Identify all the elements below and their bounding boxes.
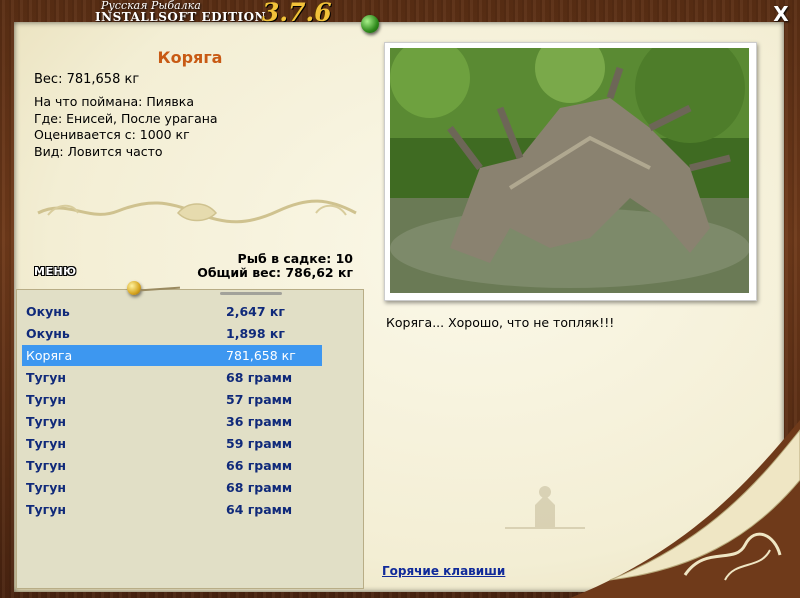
fish-count: Рыб в садке: 10	[237, 251, 353, 266]
catch-list-row[interactable]: Коряга 781,658 кг	[22, 345, 322, 366]
catch-fish-name: Окунь	[26, 326, 70, 341]
catch-fish-name: Тугун	[26, 480, 66, 495]
catch-list[interactable]: Окунь 2,647 кг Окунь 1,898 кг Коряга 781,658 …	[16, 289, 364, 589]
hotkeys-link[interactable]: Горячие клавиши	[382, 564, 505, 578]
catch-list-row[interactable]: Тугун 59 грамм	[22, 433, 322, 454]
catch-fish-name: Тугун	[26, 370, 66, 385]
list-divider	[220, 292, 282, 295]
catch-fish-weight: 57 грамм	[226, 392, 293, 407]
fish-location: Где: Енисей, После урагана	[34, 110, 218, 126]
photo-frame	[384, 42, 757, 301]
catch-fish-weight: 68 грамм	[226, 370, 293, 385]
close-button[interactable]: X	[772, 4, 790, 24]
catch-fish-weight: 36 грамм	[226, 414, 293, 429]
corner-ornament-icon	[683, 532, 782, 581]
catch-list-row[interactable]: Тугун 64 грамм	[22, 499, 322, 520]
catch-fish-weight: 64 грамм	[226, 502, 293, 517]
driftwood-photo-icon	[390, 48, 749, 293]
catch-list-row[interactable]: Тугун 57 грамм	[22, 389, 322, 410]
app-title: Русская Рыбалка INSTALLSOFT EDITION	[95, 0, 266, 23]
fish-weight: Вес: 781,658 кг	[34, 72, 140, 87]
catch-stats: Рыб в садке: 10 Общий вес: 786,62 кг	[197, 252, 353, 280]
fish-bait: На что поймана: Пиявка	[34, 94, 194, 109]
catch-fish-weight: 59 грамм	[226, 436, 293, 451]
catch-fish-weight: 781,658 кг	[226, 348, 296, 363]
catch-fish-name: Тугун	[26, 458, 66, 473]
catch-list-row[interactable]: Тугун 68 грамм	[22, 367, 322, 388]
catch-list-row[interactable]: Окунь 1,898 кг	[22, 323, 322, 344]
menu-button[interactable]: МЕНЮ	[34, 265, 77, 278]
fish-details: На что поймана: Пиявка Где: Енисей, Посл…	[34, 94, 218, 160]
fish-frequency: Вид: Ловится часто	[34, 143, 163, 159]
catch-fish-name: Тугун	[26, 392, 66, 407]
catch-fish-name: Тугун	[26, 502, 66, 517]
catch-list-row[interactable]: Тугун 36 грамм	[22, 411, 322, 432]
catch-fish-weight: 66 грамм	[226, 458, 293, 473]
game-window: Русская Рыбалка INSTALLSOFT EDITION 3.7.…	[0, 0, 800, 598]
total-weight: Общий вес: 786,62 кг	[197, 265, 353, 280]
catch-comment: Коряга... Хорошо, что не топляк!!!	[386, 315, 615, 330]
catch-fish-name: Тугун	[26, 436, 66, 451]
catch-fish-name: Коряга	[26, 348, 73, 363]
fish-name: Коряга	[157, 48, 223, 67]
fish-photo	[390, 48, 749, 293]
catch-fish-name: Тугун	[26, 414, 66, 429]
catch-list-row[interactable]: Окунь 2,647 кг	[22, 301, 322, 322]
catch-fish-weight: 68 грамм	[226, 480, 293, 495]
fish-value: Оценивается с: 1000 кг	[34, 127, 190, 142]
catch-fish-name: Окунь	[26, 304, 70, 319]
catch-list-row[interactable]: Тугун 66 грамм	[22, 455, 322, 476]
green-pin-icon	[361, 15, 379, 33]
catch-list-row[interactable]: Тугун 68 грамм	[22, 477, 322, 498]
catch-fish-weight: 2,647 кг	[226, 304, 285, 319]
catch-fish-weight: 1,898 кг	[226, 326, 285, 341]
yellow-pin-icon	[127, 281, 141, 295]
ornament-divider-icon	[37, 199, 357, 224]
